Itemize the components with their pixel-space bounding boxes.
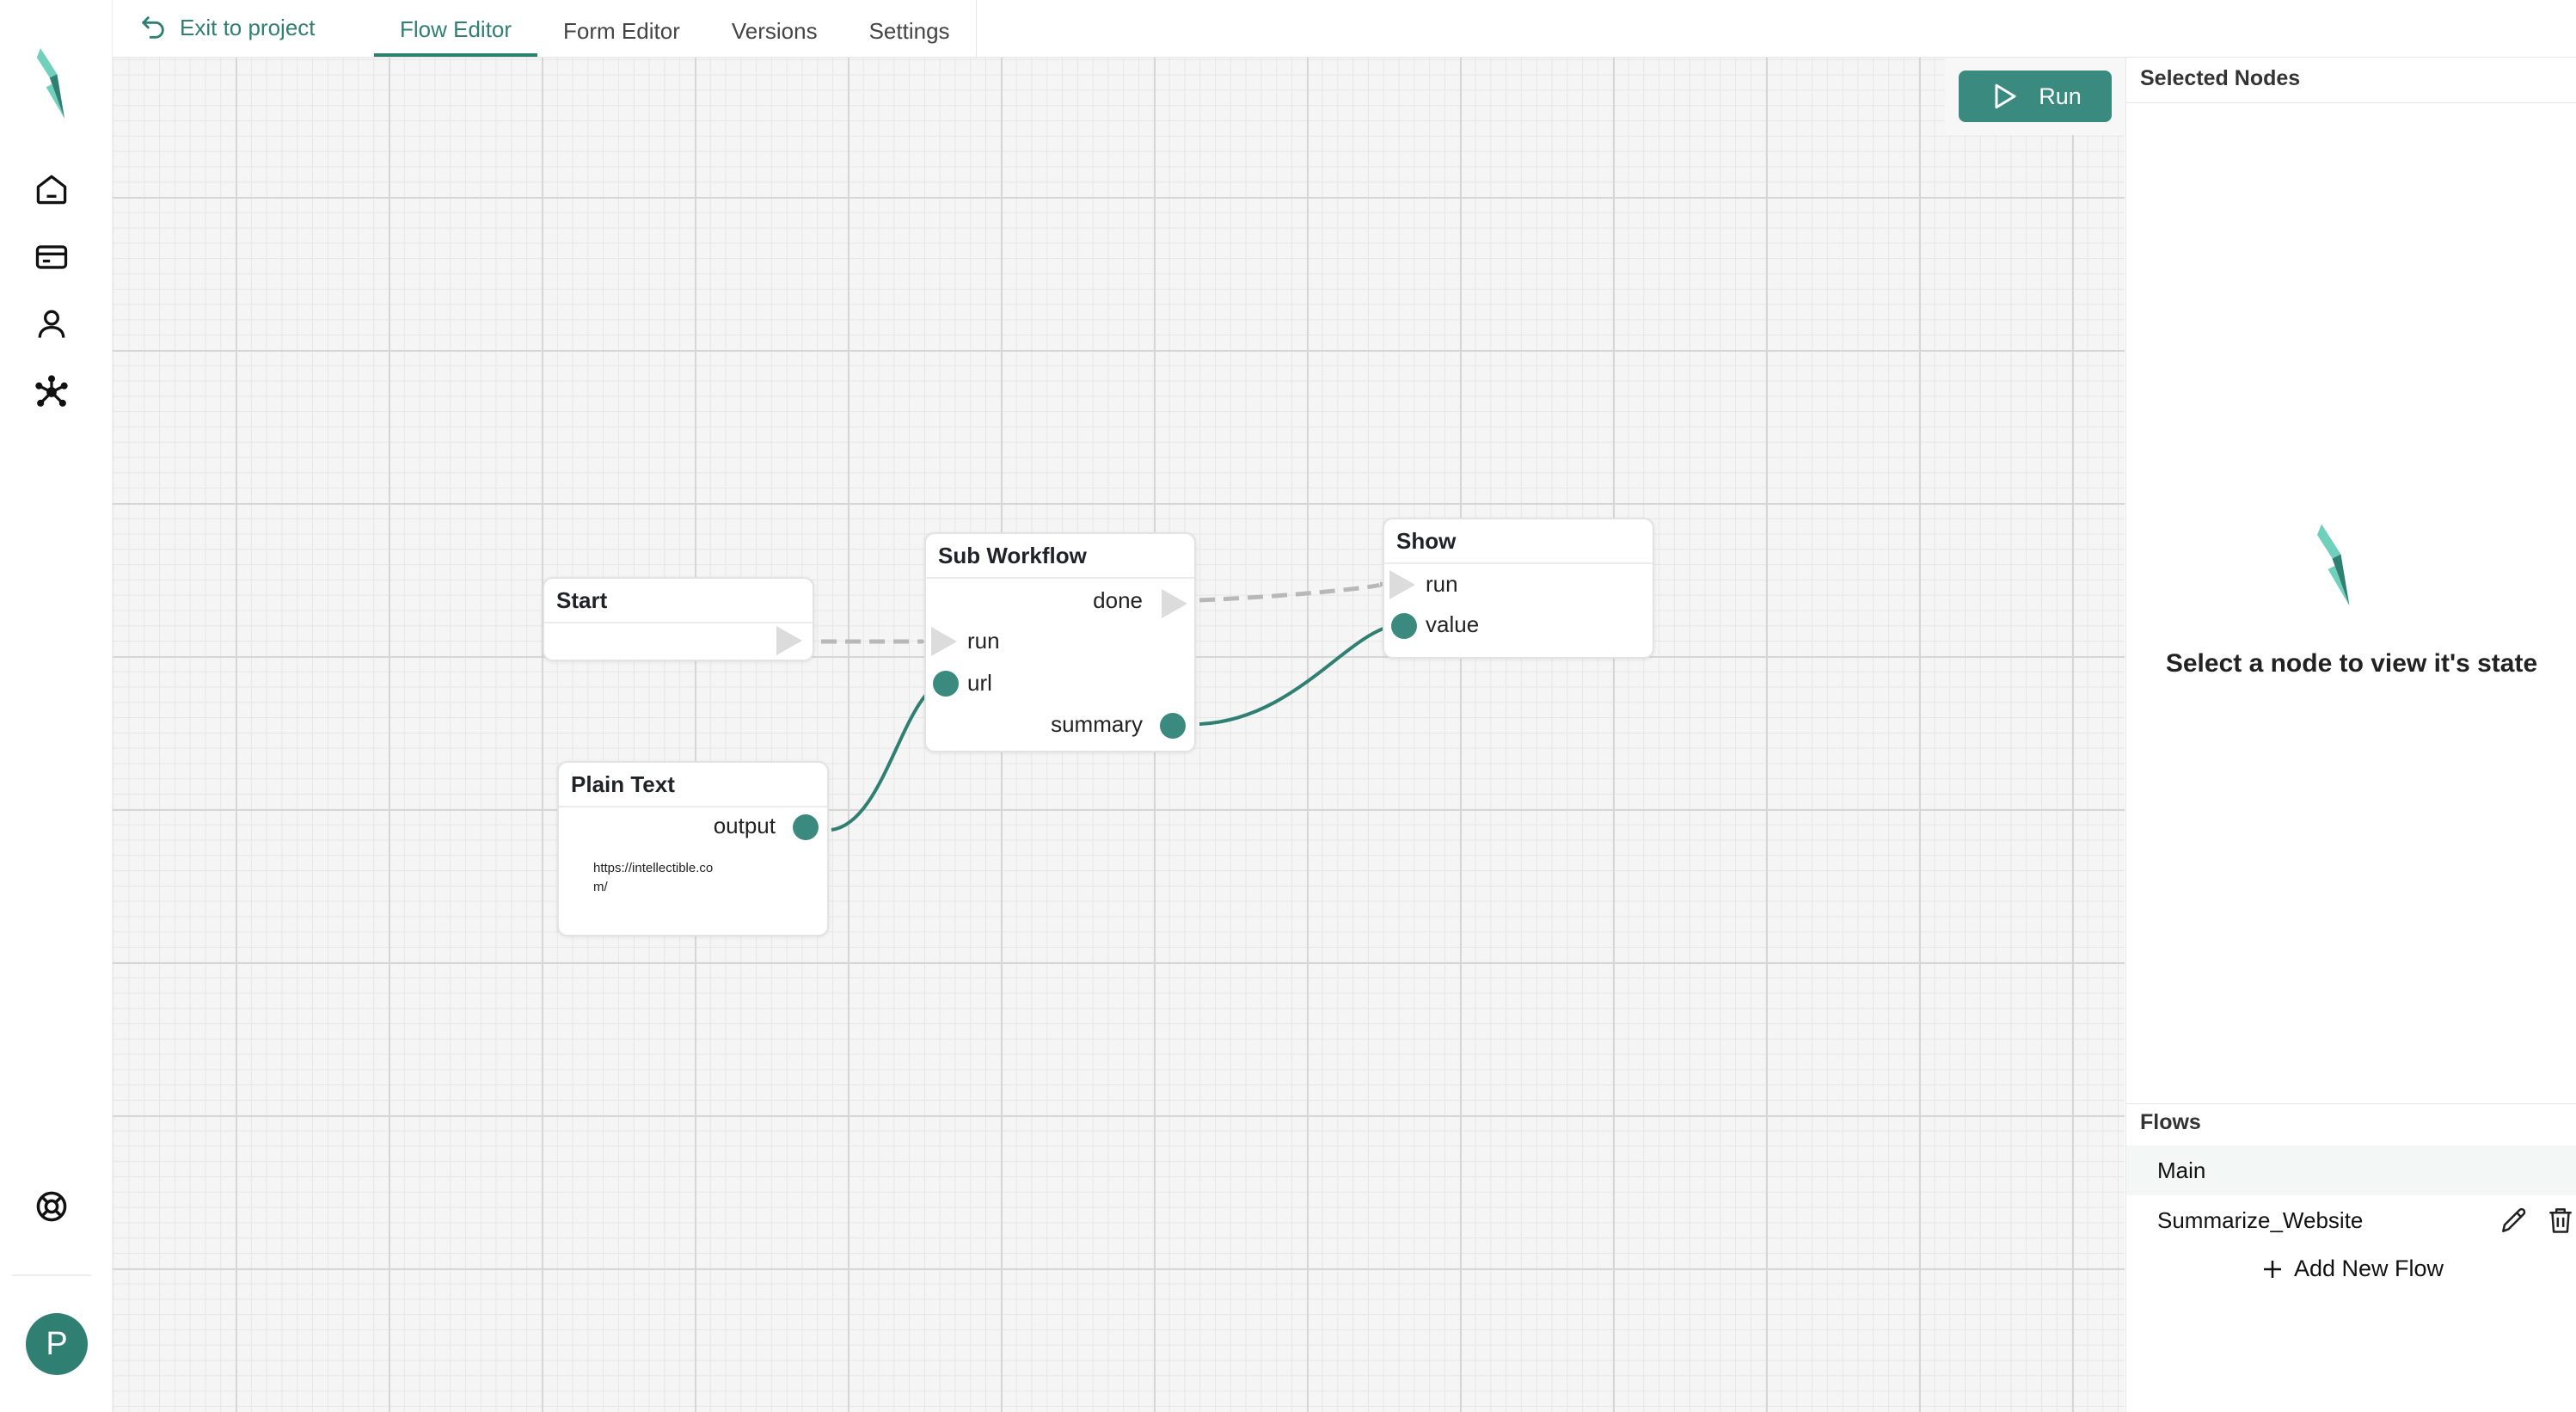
input-port-url[interactable] — [933, 671, 959, 697]
node-plain-text[interactable]: Plain Text output https://intellectible.… — [557, 761, 829, 936]
sidebar-divider — [12, 1274, 91, 1276]
port-label-run: run — [1426, 571, 1458, 597]
tab-flow-editor[interactable]: Flow Editor — [374, 0, 538, 57]
flows-title: Flows — [2140, 1110, 2201, 1134]
exec-out-port[interactable] — [776, 626, 802, 655]
node-sub-workflow[interactable]: Sub Workflow done run url summary — [924, 532, 1196, 752]
plain-text-value[interactable]: https://intellectible.com/ — [593, 859, 722, 897]
tab-settings[interactable]: Settings — [843, 0, 976, 57]
exit-to-project-button[interactable]: Exit to project — [138, 10, 316, 45]
undo-arrow-icon — [142, 16, 164, 39]
network-icon[interactable] — [32, 372, 71, 412]
tab-form-editor[interactable]: Form Editor — [537, 0, 706, 57]
left-sidebar: P — [0, 0, 113, 1412]
exec-in-port-run[interactable] — [1389, 570, 1415, 599]
trash-icon[interactable] — [2544, 1204, 2576, 1237]
home-icon[interactable] — [32, 169, 71, 209]
port-label-value: value — [1426, 611, 1480, 637]
selected-nodes-title: Selected Nodes — [2140, 66, 2301, 90]
play-icon — [1995, 83, 2016, 109]
flow-canvas[interactable]: Start Sub Workflow done run url summary … — [113, 58, 2125, 1412]
run-toolbar: Run — [1945, 58, 2125, 135]
port-label-done: done — [1093, 587, 1143, 613]
exec-in-port-run[interactable] — [931, 627, 957, 656]
output-port-output[interactable] — [793, 814, 819, 840]
exec-out-port-done[interactable] — [1162, 589, 1187, 618]
port-label-url: url — [967, 670, 992, 696]
run-label: Run — [2039, 83, 2082, 109]
avatar[interactable]: P — [26, 1313, 88, 1375]
exit-to-project-label: Exit to project — [180, 14, 316, 40]
node-title: Show — [1384, 519, 1653, 564]
add-new-flow-button[interactable]: Add New Flow — [2126, 1255, 2576, 1282]
editor-tabs: Flow Editor Form Editor Versions Setting… — [374, 0, 977, 57]
logo-icon[interactable] — [32, 45, 71, 122]
output-port-summary[interactable] — [1160, 713, 1186, 739]
node-title: Start — [544, 579, 813, 623]
flow-item-label: Summarize_Website — [2157, 1206, 2364, 1233]
node-show[interactable]: Show run value — [1383, 518, 1654, 659]
plus-icon — [2263, 1260, 2281, 1278]
run-button[interactable]: Run — [1959, 71, 2112, 122]
divider — [2126, 102, 2576, 103]
port-label-summary: summary — [1051, 711, 1143, 737]
edge-done-to-show-run — [1199, 581, 1383, 603]
divider — [2126, 1103, 2576, 1104]
card-icon[interactable] — [32, 237, 71, 277]
add-new-flow-label: Add New Flow — [2293, 1255, 2444, 1281]
node-start[interactable]: Start — [543, 577, 814, 661]
user-icon[interactable] — [32, 304, 71, 344]
top-bar: Exit to project Flow Editor Form Editor … — [113, 0, 2576, 58]
edge-summary-to-value — [1199, 623, 1403, 726]
flow-item-summarize-website[interactable]: Summarize_Website — [2126, 1195, 2576, 1245]
port-label-run: run — [967, 628, 1000, 654]
port-label-output: output — [713, 813, 776, 838]
tab-versions[interactable]: Versions — [706, 0, 843, 57]
edit-pencil-icon[interactable] — [2498, 1204, 2530, 1237]
flow-item-label: Main — [2157, 1157, 2206, 1183]
help-lifebuoy-icon[interactable] — [32, 1187, 71, 1226]
node-title: Plain Text — [559, 763, 827, 807]
node-title: Sub Workflow — [926, 534, 1194, 579]
right-panel: Selected Nodes Select a node to view it'… — [2125, 58, 2576, 1412]
flow-item-main[interactable]: Main — [2126, 1145, 2576, 1195]
input-port-value[interactable] — [1391, 613, 1417, 639]
logo-icon — [2317, 524, 2350, 606]
empty-state-message: Select a node to view it's state — [2165, 649, 2538, 678]
